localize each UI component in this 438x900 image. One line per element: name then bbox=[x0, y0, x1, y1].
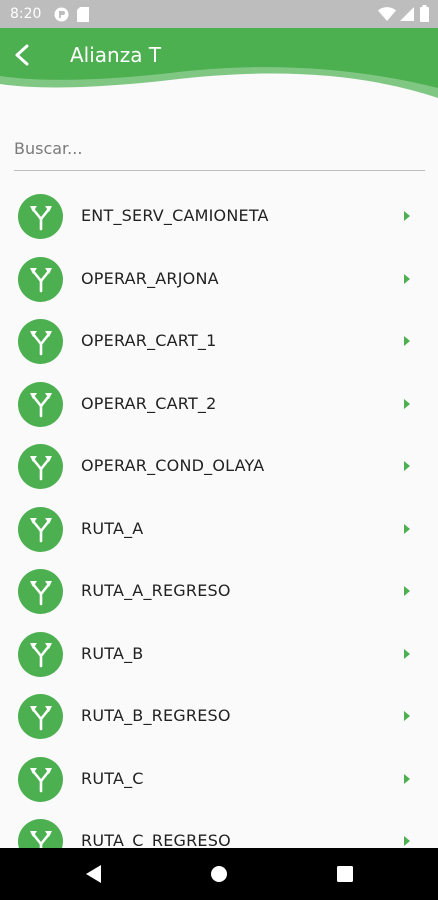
route-label: OPERAR_ARJONA bbox=[81, 268, 219, 288]
chevron-right-icon bbox=[404, 586, 410, 596]
chevron-right-icon bbox=[404, 398, 410, 409]
route-list-item[interactable]: OPERAR_CART_2 bbox=[0, 374, 438, 437]
chevron-right-icon bbox=[404, 836, 410, 846]
app-bar: Alianza T bbox=[0, 28, 438, 104]
route-label: RUTA_A bbox=[81, 518, 144, 538]
route-label: ENT_SERV_CAMIONETA bbox=[81, 206, 269, 225]
system-navigation-bar bbox=[0, 848, 438, 900]
route-label: RUTA_B_REGRESO bbox=[81, 706, 231, 725]
chevron-right-icon bbox=[404, 461, 410, 471]
route-merge-icon bbox=[29, 393, 52, 418]
sd-card-icon bbox=[77, 7, 89, 22]
route-merge-icon bbox=[29, 268, 52, 293]
route-label: RUTA_A_REGRESO bbox=[81, 581, 231, 600]
status-time: 8:20 bbox=[10, 6, 42, 22]
chevron-right-icon bbox=[404, 711, 410, 721]
route-avatar bbox=[18, 756, 63, 802]
route-merge-icon bbox=[29, 330, 52, 355]
route-list-item[interactable]: RUTA_B_REGRESO bbox=[0, 686, 438, 749]
app-notification-icon bbox=[54, 7, 69, 22]
route-avatar bbox=[18, 506, 63, 552]
nav-back-button[interactable] bbox=[81, 862, 105, 886]
route-avatar bbox=[18, 569, 63, 614]
route-avatar bbox=[18, 319, 63, 364]
route-merge-icon bbox=[29, 768, 52, 793]
arrow-back-icon bbox=[15, 44, 29, 66]
route-list-item[interactable]: OPERAR_COND_OLAYA bbox=[0, 436, 438, 499]
route-avatar bbox=[18, 381, 63, 427]
route-avatar bbox=[18, 194, 63, 239]
route-label: OPERAR_CART_2 bbox=[81, 393, 217, 413]
route-avatar bbox=[18, 444, 63, 489]
wifi-icon bbox=[378, 7, 396, 21]
nav-recents-button[interactable] bbox=[333, 862, 357, 886]
route-label: OPERAR_CART_1 bbox=[81, 331, 217, 350]
circle-home-icon bbox=[211, 866, 227, 882]
app-bar-wave-background bbox=[0, 28, 438, 98]
chevron-right-icon bbox=[404, 273, 410, 284]
route-list-item[interactable]: RUTA_A_REGRESO bbox=[0, 561, 438, 624]
triangle-back-icon bbox=[86, 865, 101, 883]
route-avatar bbox=[18, 631, 63, 677]
nav-home-button[interactable] bbox=[207, 862, 231, 886]
route-list-item[interactable]: OPERAR_CART_1 bbox=[0, 311, 438, 374]
chevron-right-icon bbox=[404, 211, 410, 221]
route-avatar bbox=[18, 694, 63, 739]
route-merge-icon bbox=[29, 205, 52, 230]
chevron-right-icon bbox=[404, 648, 410, 659]
route-merge-icon bbox=[29, 580, 52, 605]
route-list-item[interactable]: ENT_SERV_CAMIONETA bbox=[0, 186, 438, 249]
route-list-item[interactable]: RUTA_A bbox=[0, 499, 438, 562]
battery-icon bbox=[420, 5, 429, 22]
cell-signal-icon bbox=[400, 7, 414, 21]
route-list-item[interactable]: RUTA_B bbox=[0, 624, 438, 687]
route-avatar bbox=[18, 256, 63, 302]
route-label: RUTA_B bbox=[81, 643, 144, 663]
search-bar bbox=[14, 126, 425, 172]
page-title: Alianza T bbox=[70, 43, 162, 67]
route-merge-icon bbox=[29, 643, 52, 668]
chevron-right-icon bbox=[404, 523, 410, 534]
chevron-right-icon bbox=[404, 773, 410, 784]
route-list-item[interactable]: RUTA_C bbox=[0, 749, 438, 812]
chevron-right-icon bbox=[404, 336, 410, 346]
back-button[interactable] bbox=[6, 39, 38, 71]
search-input[interactable] bbox=[14, 126, 425, 171]
route-list-item[interactable]: OPERAR_ARJONA bbox=[0, 249, 438, 312]
route-list: ENT_SERV_CAMIONETA OPERAR_ARJONA OPERAR_CA… bbox=[0, 186, 438, 874]
square-recents-icon bbox=[337, 866, 353, 882]
route-merge-icon bbox=[29, 705, 52, 730]
status-bar: 8:20 bbox=[0, 0, 438, 28]
route-label: RUTA_C bbox=[81, 768, 144, 788]
route-label: OPERAR_COND_OLAYA bbox=[81, 456, 265, 475]
route-merge-icon bbox=[29, 455, 52, 480]
route-merge-icon bbox=[29, 518, 52, 543]
